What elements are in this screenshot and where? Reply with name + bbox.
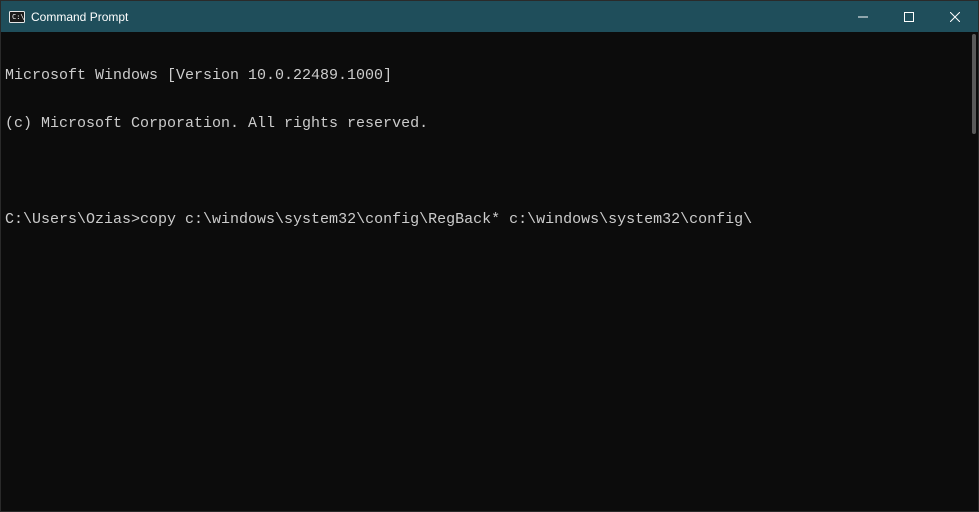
window-title: Command Prompt [31,10,128,24]
vertical-scrollbar[interactable] [964,32,978,511]
titlebar[interactable]: C:\ Command Prompt [1,1,978,32]
copyright-line: (c) Microsoft Corporation. All rights re… [5,116,960,132]
window-controls [840,1,978,32]
scrollbar-thumb[interactable] [972,34,976,134]
command-text: copy c:\windows\system32\config\RegBack*… [140,211,752,228]
maximize-button[interactable] [886,1,932,32]
version-line: Microsoft Windows [Version 10.0.22489.10… [5,68,960,84]
command-prompt-icon: C:\ [9,9,25,25]
svg-text:C:\: C:\ [12,13,25,21]
terminal-output[interactable]: Microsoft Windows [Version 10.0.22489.10… [1,32,964,511]
blank-line [5,164,960,180]
client-area: Microsoft Windows [Version 10.0.22489.10… [1,32,978,511]
titlebar-left: C:\ Command Prompt [1,9,840,25]
minimize-button[interactable] [840,1,886,32]
prompt-text: C:\Users\Ozias> [5,211,140,228]
command-line: C:\Users\Ozias>copy c:\windows\system32\… [5,212,960,228]
close-button[interactable] [932,1,978,32]
command-prompt-window: C:\ Command Prompt Microsoft Windows [Ve… [0,0,979,512]
